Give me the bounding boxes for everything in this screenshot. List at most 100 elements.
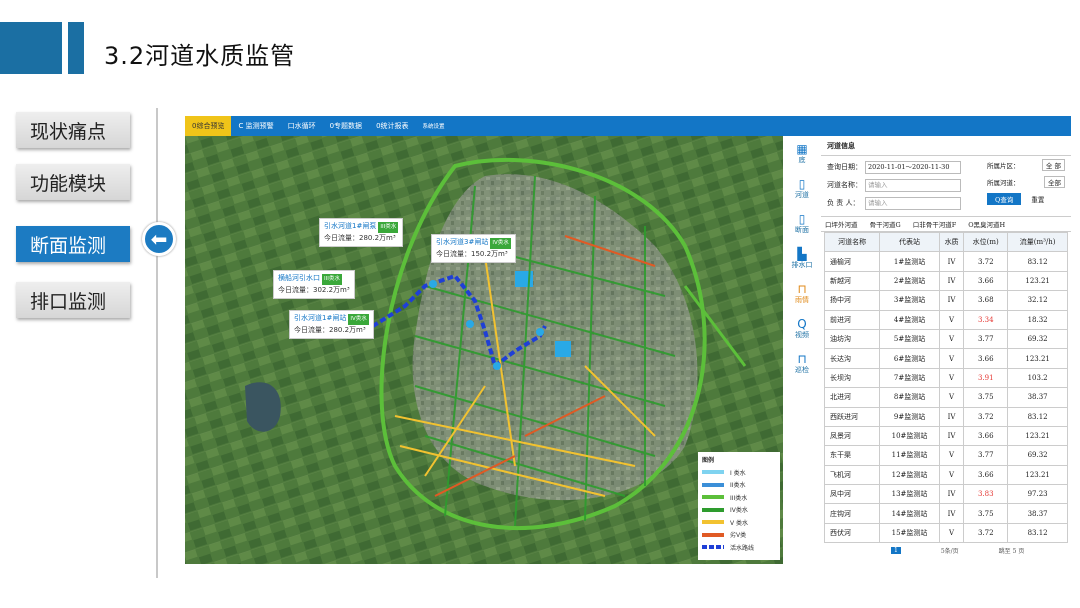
pager-page[interactable]: 1 xyxy=(891,546,901,554)
level-cell: 3.75 xyxy=(963,503,1009,524)
col-station[interactable]: 代表站 xyxy=(879,231,940,253)
table-row[interactable]: 通榆河 1#监测站 IV 3.72 83.12 xyxy=(823,251,1068,272)
tool-layers[interactable]: ▦ 底 xyxy=(783,136,821,171)
tool-section[interactable]: ▯ 断面 xyxy=(783,206,821,241)
tool-river[interactable]: ▯ 河道 xyxy=(783,171,821,206)
table-row[interactable]: 新越河 2#监测站 IV 3.66 123.21 xyxy=(823,270,1068,292)
table-row[interactable]: 东干渠 11#监测站 V 3.77 69.32 xyxy=(823,445,1068,466)
table-row[interactable]: 油坊沟 5#监测站 V 3.77 69.32 xyxy=(823,328,1068,350)
tab-reports[interactable]: 0统计报表 xyxy=(369,116,415,136)
quality-cell: V xyxy=(938,522,965,544)
table-row[interactable]: 西跃进河 9#监测站 IV 3.72 83.12 xyxy=(823,406,1068,427)
panel-section-title: 河道信息 xyxy=(821,136,1071,156)
pager-goto: 跳至 xyxy=(998,547,1011,555)
river-name-label: 河道名称： xyxy=(827,181,862,189)
arrow-left-icon[interactable]: ⬅ xyxy=(142,222,176,256)
river-name-cell: 扬中河 xyxy=(823,290,881,311)
radio-backbone-river[interactable]: 骨干河道G xyxy=(870,219,901,229)
inspect-icon: ⊓ xyxy=(797,351,807,366)
legend-item: V 类水 xyxy=(702,516,776,529)
table-row[interactable]: 凤景河 10#监测站 IV 3.66 123.21 xyxy=(823,425,1068,447)
tab-settings[interactable]: 系统设置 xyxy=(416,116,452,136)
quality-cell: V xyxy=(938,328,965,350)
header-accent-stripe xyxy=(68,22,84,74)
district-select[interactable]: 全 部 xyxy=(1041,158,1065,171)
map-legend: 图例 I 类水 II类水 III类水 IV类水 V 类水 劣V类 活水路线 xyxy=(698,452,780,560)
river-name-input[interactable]: 请输入 xyxy=(865,178,961,192)
station-cell: 6#监测站 xyxy=(879,348,940,369)
sidebar-item-section-monitoring[interactable]: 断面监测 xyxy=(16,226,130,262)
sidebar-item-pain-points[interactable]: 现状痛点 xyxy=(16,112,130,148)
table-row[interactable]: 扬中河 3#监测站 IV 3.68 32.12 xyxy=(823,290,1068,311)
quality-cell: V xyxy=(938,464,965,486)
col-flow[interactable]: 流量(m³/h) xyxy=(1007,231,1068,253)
table-row[interactable]: 凤中河 13#监测站 IV 3.83 97.23 xyxy=(823,484,1068,505)
table-row[interactable]: 西伏河 15#监测站 V 3.72 83.12 xyxy=(823,522,1068,544)
col-river-name[interactable]: 河道名称 xyxy=(823,231,881,253)
reset-button[interactable]: 重置 xyxy=(1031,194,1044,204)
river-map[interactable] xyxy=(185,136,783,564)
legend-item: IV类水 xyxy=(702,504,776,517)
flow-cell: 103.2 xyxy=(1007,367,1068,389)
quality-cell: IV xyxy=(938,270,965,292)
tool-rain[interactable]: ⊓ 雨情 xyxy=(783,276,821,311)
table-row[interactable]: 长达沟 6#监测站 V 3.66 123.21 xyxy=(823,348,1068,369)
station-cell: 8#监测站 xyxy=(879,387,940,408)
river-name-cell: 飞机河 xyxy=(823,464,881,486)
gate-marker[interactable] xyxy=(466,320,474,328)
level-select[interactable]: 全部 xyxy=(1044,175,1065,188)
radio-black-odor-river[interactable]: O黑臭河道H xyxy=(968,219,1005,229)
pager-goto-input[interactable]: 5 xyxy=(1013,548,1017,555)
query-date-field[interactable]: 2020-11-01～2020-11-30 xyxy=(865,160,961,174)
quality-cell: V xyxy=(938,387,965,408)
table-row[interactable]: 飞机河 12#监测站 V 3.66 123.21 xyxy=(823,464,1068,486)
gate-marker[interactable] xyxy=(536,328,544,336)
quality-cell: IV xyxy=(938,406,965,427)
flow-cell: 123.21 xyxy=(1007,425,1068,447)
tool-inspect[interactable]: ⊓ 巡检 xyxy=(783,346,821,381)
gate-marker[interactable] xyxy=(429,280,437,288)
quality-cell: IV xyxy=(938,290,965,311)
table-row[interactable]: 庄钩河 14#监测站 IV 3.75 38.37 xyxy=(823,503,1068,524)
level-cell: 3.83 xyxy=(963,484,1009,505)
station-cell: 10#监测站 xyxy=(879,425,940,447)
map-label-gate-1: 引水河道1#闸泵 III类水 今日流量：280.2万m³ xyxy=(319,218,404,247)
filter-column: 所属片区： 全 部 所属河道： 全部 Q查询 重置 xyxy=(987,156,1065,207)
station-cell: 2#监测站 xyxy=(879,270,940,292)
tool-video[interactable]: Q 视频 xyxy=(783,311,821,346)
gate-marker[interactable] xyxy=(493,362,501,370)
radio-outside-river[interactable]: 口坪外河道 xyxy=(825,219,858,229)
level-cell: 3.72 xyxy=(963,251,1009,272)
pager-size[interactable]: 5条/页 xyxy=(941,546,959,555)
query-button[interactable]: Q查询 xyxy=(987,192,1022,205)
level-cell: 3.68 xyxy=(963,290,1009,311)
tab-warning[interactable]: C 监测预警 xyxy=(231,116,280,136)
legend-item: I 类水 xyxy=(702,466,776,479)
station-cell: 11#监测站 xyxy=(879,445,940,466)
river-type-filter: 口坪外河道 骨干河道G 口非骨干河道F O黑臭河道H xyxy=(821,216,1071,232)
tool-outlet[interactable]: ▙ 排水口 xyxy=(783,241,821,276)
owner-input[interactable]: 请输入 xyxy=(865,196,961,210)
map-toolbar: ▦ 底 ▯ 河道 ▯ 断面 ▙ 排水口 ⊓ 雨情 Q 视频 ⊓ 巡检 xyxy=(783,136,821,564)
quality-cell: V xyxy=(938,445,965,466)
table-row[interactable]: 长坝沟 7#监测站 V 3.91 103.2 xyxy=(823,367,1068,389)
table-row[interactable]: 北进河 8#监测站 V 3.75 38.37 xyxy=(823,387,1068,408)
col-quality[interactable]: 水质 xyxy=(938,231,965,253)
col-level[interactable]: 水位(m) xyxy=(963,231,1009,253)
table-row[interactable]: 前进河 4#监测站 V 3.34 18.32 xyxy=(823,309,1068,330)
sidebar-item-modules[interactable]: 功能模块 xyxy=(16,164,130,200)
phone-icon: ▯ xyxy=(798,176,806,191)
app-nav-bar: 0综合预览 C 监测预警 口水循环 0专题数据 0统计报表 系统设置 xyxy=(185,116,821,136)
river-name-cell: 凤景河 xyxy=(823,425,881,447)
radio-non-backbone-river[interactable]: 口非骨干河道F xyxy=(913,219,957,229)
quality-cell: IV xyxy=(938,251,965,272)
river-name-cell: 长坝沟 xyxy=(823,367,881,389)
tab-topic-data[interactable]: 0专题数据 xyxy=(323,116,369,136)
search-icon: Q xyxy=(797,316,807,331)
tab-water-cycle[interactable]: 口水循环 xyxy=(281,116,323,136)
flow-cell: 32.12 xyxy=(1007,290,1068,311)
slide: 3.2河道水质监管 现状痛点 功能模块 断面监测 排口监测 ⬅ 0综合预览 C … xyxy=(0,0,1080,608)
tab-overview[interactable]: 0综合预览 xyxy=(185,116,232,136)
flow-cell: 83.12 xyxy=(1007,251,1068,272)
sidebar-item-outlet-monitoring[interactable]: 排口监测 xyxy=(16,282,130,318)
